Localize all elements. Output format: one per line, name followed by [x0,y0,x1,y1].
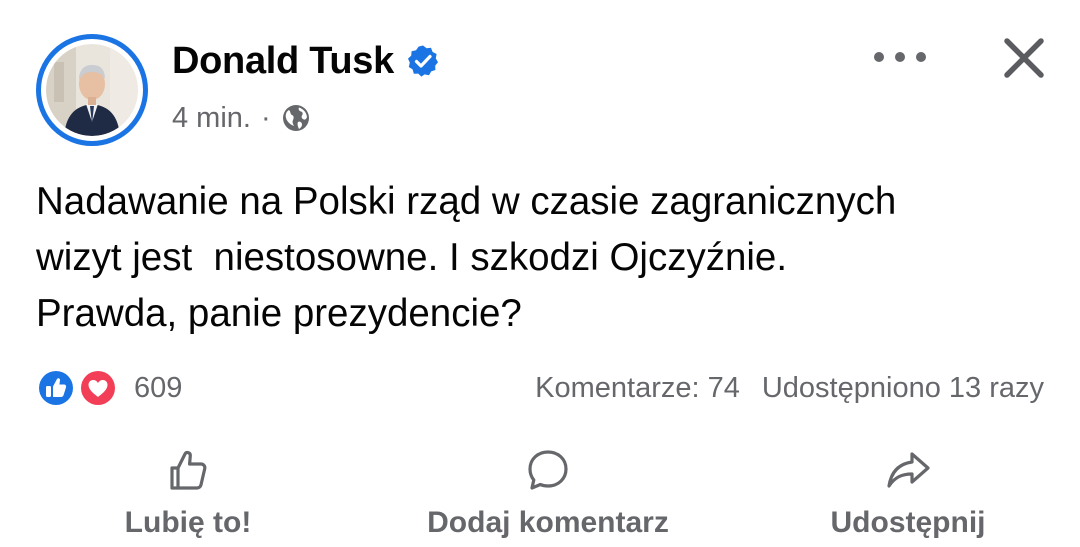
comments-count[interactable]: Komentarze: 74 [535,372,740,405]
author-name[interactable]: Donald Tusk [172,40,394,83]
action-bar: Lubię to! Dodaj komentarz Udostępnij [0,446,1080,546]
more-options-icon[interactable] [870,42,930,72]
thumbs-up-icon [170,451,207,490]
love-reaction-icon [79,369,117,407]
author-avatar-ring[interactable] [36,34,148,146]
timestamp[interactable]: 4 min. [172,102,251,135]
like-button[interactable]: Lubię to! [98,446,278,546]
reactions-summary[interactable]: 609 [36,366,182,410]
share-button[interactable]: Udostępnij [808,446,1008,546]
comment-button-label: Dodaj komentarz [427,506,669,539]
globe-icon [282,105,309,131]
close-x-glyph [1004,38,1044,78]
engagement-counts: Komentarze: 74 Udostępniono 13 razy [535,366,1044,410]
more-dots-glyph [874,52,926,62]
close-icon[interactable] [996,30,1052,86]
like-reaction-icon [37,369,75,407]
avatar [46,44,138,136]
comment-button[interactable]: Dodaj komentarz [398,446,698,546]
shares-count[interactable]: Udostępniono 13 razy [762,372,1044,405]
like-button-label: Lubię to! [124,506,252,539]
share-arrow-icon [887,452,930,488]
reaction-icons [36,366,126,410]
verified-badge-icon [407,45,438,77]
reaction-count: 609 [134,371,183,404]
author-row: Donald Tusk [172,38,440,84]
comment-bubble-icon [528,450,568,490]
post-meta: 4 min. · [172,100,311,136]
meta-separator: · [260,101,271,134]
post-text: Nadawanie na Polski rząd w czasie zagran… [36,180,897,335]
share-button-label: Udostępnij [830,506,986,539]
